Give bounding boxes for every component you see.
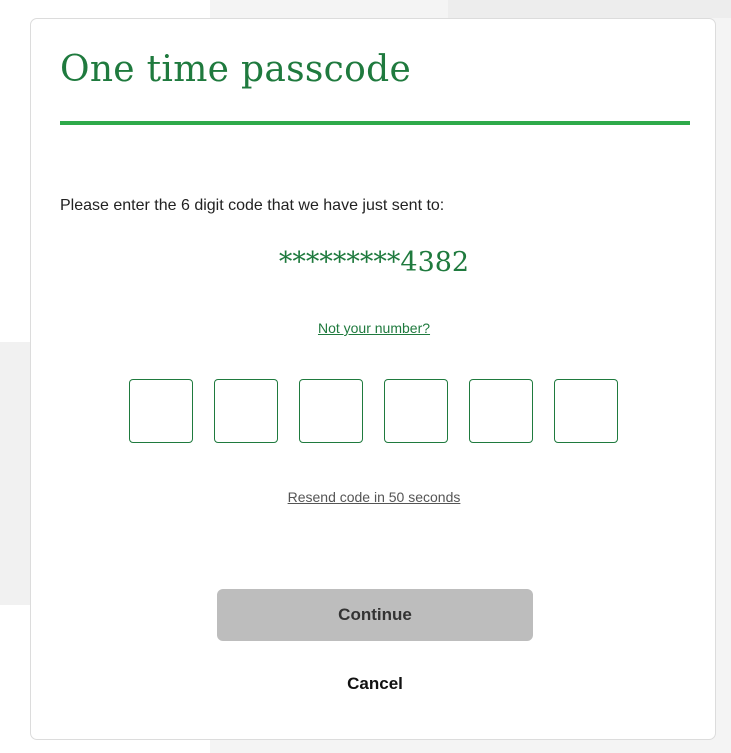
resend-code-link[interactable]: Resend code in 50 seconds — [288, 489, 461, 505]
continue-button[interactable]: Continue — [217, 589, 533, 641]
title-divider — [60, 121, 690, 125]
cancel-button[interactable]: Cancel — [217, 667, 533, 701]
otp-input-group — [129, 379, 619, 445]
resend-wrapper: Resend code in 50 seconds — [31, 489, 717, 507]
not-your-number-wrapper: Not your number? — [31, 320, 717, 338]
otp-digit-4[interactable] — [384, 379, 448, 443]
passcode-card: One time passcode Please enter the 6 dig… — [30, 18, 716, 740]
otp-digit-1[interactable] — [129, 379, 193, 443]
background-shape — [448, 0, 731, 18]
page-title: One time passcode — [60, 49, 412, 90]
masked-phone-number: *********4382 — [278, 247, 470, 278]
instruction-text: Please enter the 6 digit code that we ha… — [60, 197, 445, 214]
otp-digit-3[interactable] — [299, 379, 363, 443]
otp-digit-6[interactable] — [554, 379, 618, 443]
otp-digit-2[interactable] — [214, 379, 278, 443]
otp-digit-5[interactable] — [469, 379, 533, 443]
not-your-number-link[interactable]: Not your number? — [318, 320, 430, 336]
